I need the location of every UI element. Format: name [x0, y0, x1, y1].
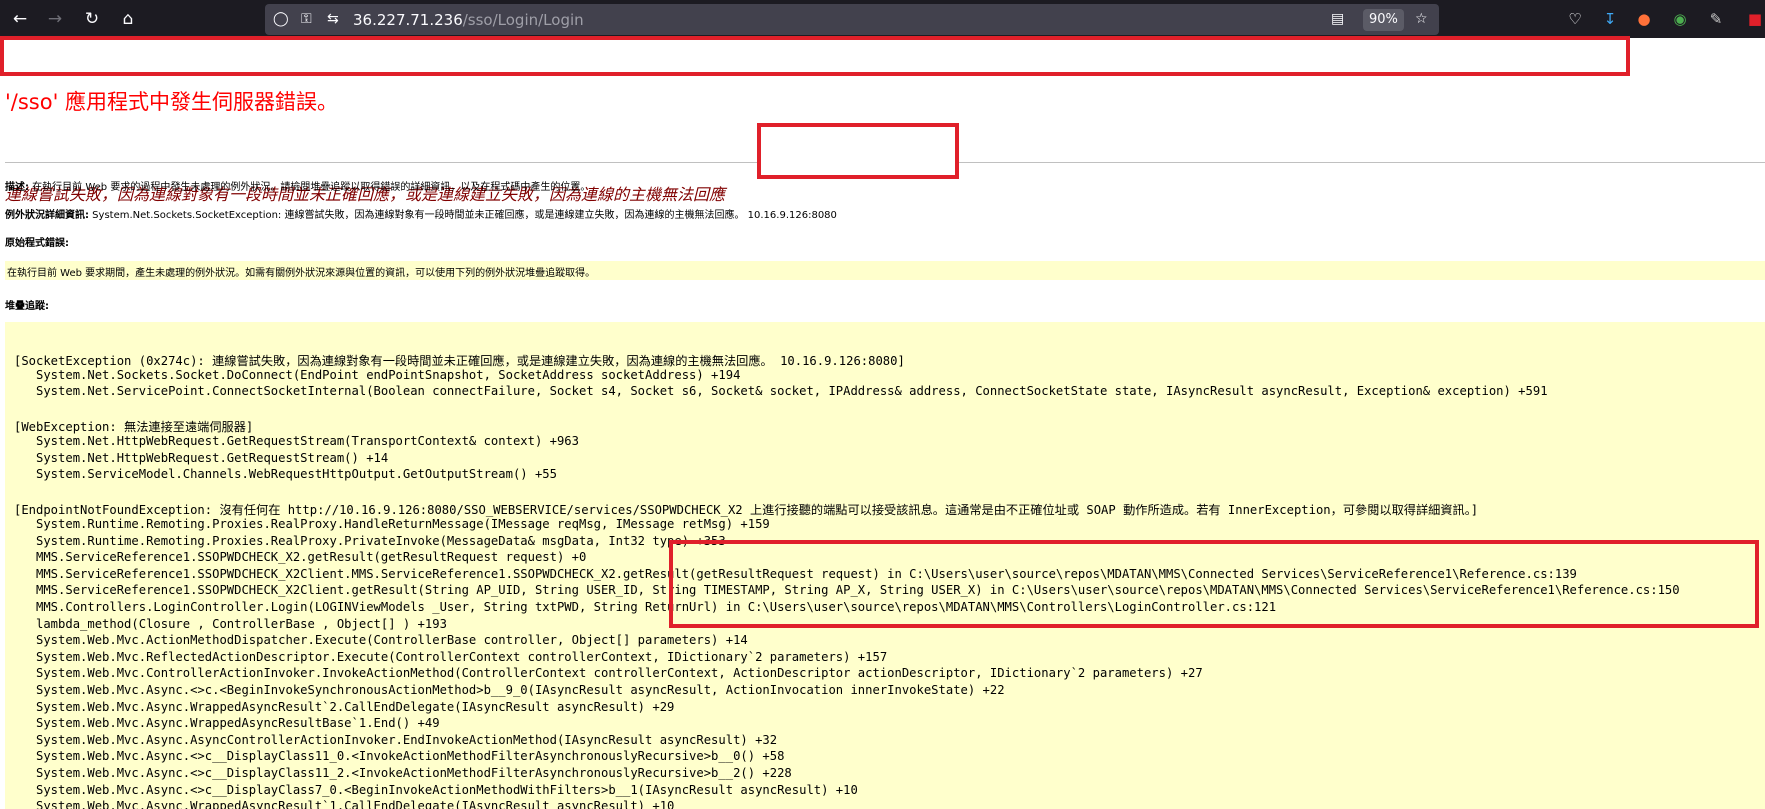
- stack-trace-line: System.Web.Mvc.Async.<>c__DisplayClass11…: [14, 749, 785, 764]
- stack-trace-line: System.ServiceModel.Channels.WebRequestH…: [14, 467, 557, 482]
- source-error-text: 在執行目前 Web 要求期間，產生未處理的例外狀況。如需有關例外狀況來源與位置的…: [7, 268, 596, 279]
- description-label: 描述:: [5, 182, 29, 193]
- stack-trace-line: System.Web.Mvc.Async.AsyncControllerActi…: [14, 732, 778, 747]
- reload-icon[interactable]: ↻: [81, 8, 103, 30]
- stack-trace-line: System.Net.HttpWebRequest.GetRequestStre…: [14, 434, 579, 448]
- bookmark-star-icon[interactable]: ☆: [1415, 10, 1428, 29]
- stack-trace-line: System.Web.Mvc.ReflectedActionDescriptor…: [14, 649, 888, 664]
- stack-trace-line: System.Web.Mvc.ControllerActionInvoker.I…: [14, 666, 1203, 681]
- description-line: 描述: 在執行目前 Web 要求的過程中發生未處理的例外狀況。請檢閱堆疊追蹤以取…: [5, 178, 590, 193]
- extension-icon[interactable]: ◉: [1670, 9, 1690, 29]
- stack-trace-line: System.Net.ServicePoint.ConnectSocketInt…: [14, 384, 1548, 399]
- exception-line: 例外狀況詳細資訊: System.Net.Sockets.SocketExcep…: [5, 206, 837, 221]
- stack-trace-line: MMS.ServiceReference1.SSOPWDCHECK_X2.get…: [14, 550, 587, 565]
- exception-text: System.Net.Sockets.SocketException: 連線嘗試…: [89, 210, 837, 221]
- source-error-line: 原始程式錯誤:: [5, 234, 69, 249]
- url-host: 36.227.71.236: [353, 11, 463, 29]
- redaction-box: [0, 36, 1630, 76]
- stack-trace-line: [WebException: 無法連接至遠端伺服器]: [14, 420, 254, 435]
- stack-trace-label: 堆疊追蹤:: [5, 301, 49, 312]
- url-text[interactable]: 36.227.71.236/sso/Login/Login: [353, 11, 584, 29]
- stack-trace-line: System.Runtime.Remoting.Proxies.RealProx…: [14, 517, 770, 531]
- pocket-icon[interactable]: ♡: [1565, 9, 1585, 29]
- extension-icon[interactable]: ✎: [1706, 9, 1726, 29]
- stack-trace-line: [EndpointNotFoundException: 沒有任何在 http:/…: [14, 503, 1479, 518]
- redaction-box: [757, 123, 959, 179]
- highlight-box: [669, 540, 1759, 628]
- url-path: /sso/Login/Login: [462, 11, 584, 29]
- stack-trace-line: System.Net.Sockets.Socket.DoConnect(EndP…: [14, 367, 741, 382]
- extension-icon[interactable]: ●: [1634, 9, 1654, 29]
- stack-trace-line: System.Net.HttpWebRequest.GetRequestStre…: [14, 450, 389, 465]
- home-icon[interactable]: ⌂: [117, 8, 139, 30]
- zoom-indicator[interactable]: 90%: [1363, 9, 1404, 31]
- source-error-box: 在執行目前 Web 要求期間，產生未處理的例外狀況。如需有關例外狀況來源與位置的…: [5, 261, 1765, 280]
- source-error-label: 原始程式錯誤:: [5, 238, 69, 249]
- back-icon[interactable]: ←: [9, 8, 31, 30]
- stack-trace-line: System.Web.Mvc.Async.<>c__DisplayClass11…: [14, 766, 792, 780]
- reader-view-icon[interactable]: ▤: [1331, 10, 1344, 29]
- exception-label: 例外狀況詳細資訊:: [5, 210, 89, 221]
- permissions-icon[interactable]: ⇆: [327, 10, 339, 29]
- stack-trace-line: System.Web.Mvc.ActionMethodDispatcher.Ex…: [14, 633, 748, 648]
- lock-icon[interactable]: ⚿: [301, 10, 312, 29]
- shield-icon[interactable]: ◯: [273, 10, 289, 29]
- page-title: '/sso' 應用程式中發生伺服器錯誤。: [5, 90, 339, 114]
- browser-toolbar: ← → ↻ ⌂ ◯ ⚿ ⇆ 36.227.71.236/sso/Login/Lo…: [0, 0, 1765, 38]
- stack-trace-line: System.Web.Mvc.Async.WrappedAsyncResult`…: [14, 699, 675, 714]
- stack-trace-line: System.Runtime.Remoting.Proxies.RealProx…: [14, 533, 726, 548]
- stack-trace-line: lambda_method(Closure , ControllerBase ,…: [14, 616, 447, 631]
- forward-icon[interactable]: →: [44, 8, 66, 30]
- stack-trace-line: System.Web.Mvc.Async.<>c.<BeginInvokeSyn…: [14, 683, 1005, 697]
- stack-trace-line: [SocketException (0x274c): 連線嘗試失敗，因為連線對象…: [14, 354, 905, 368]
- extension-icon[interactable]: ■: [1745, 9, 1765, 29]
- download-icon[interactable]: ↧: [1600, 9, 1620, 29]
- stack-trace-line: 堆疊追蹤:: [5, 297, 49, 312]
- stack-trace-line: System.Web.Mvc.Async.<>c__DisplayClass7_…: [14, 782, 858, 797]
- address-bar[interactable]: ◯ ⚿ ⇆ 36.227.71.236/sso/Login/Login ▤ 90…: [265, 4, 1439, 35]
- stack-trace-line: System.Web.Mvc.Async.WrappedAsyncResult`…: [14, 799, 675, 809]
- description-text: 在執行目前 Web 要求的過程中發生未處理的例外狀況。請檢閱堆疊追蹤以取得錯誤的…: [29, 182, 591, 193]
- stack-trace-line: System.Web.Mvc.Async.WrappedAsyncResultB…: [14, 716, 440, 731]
